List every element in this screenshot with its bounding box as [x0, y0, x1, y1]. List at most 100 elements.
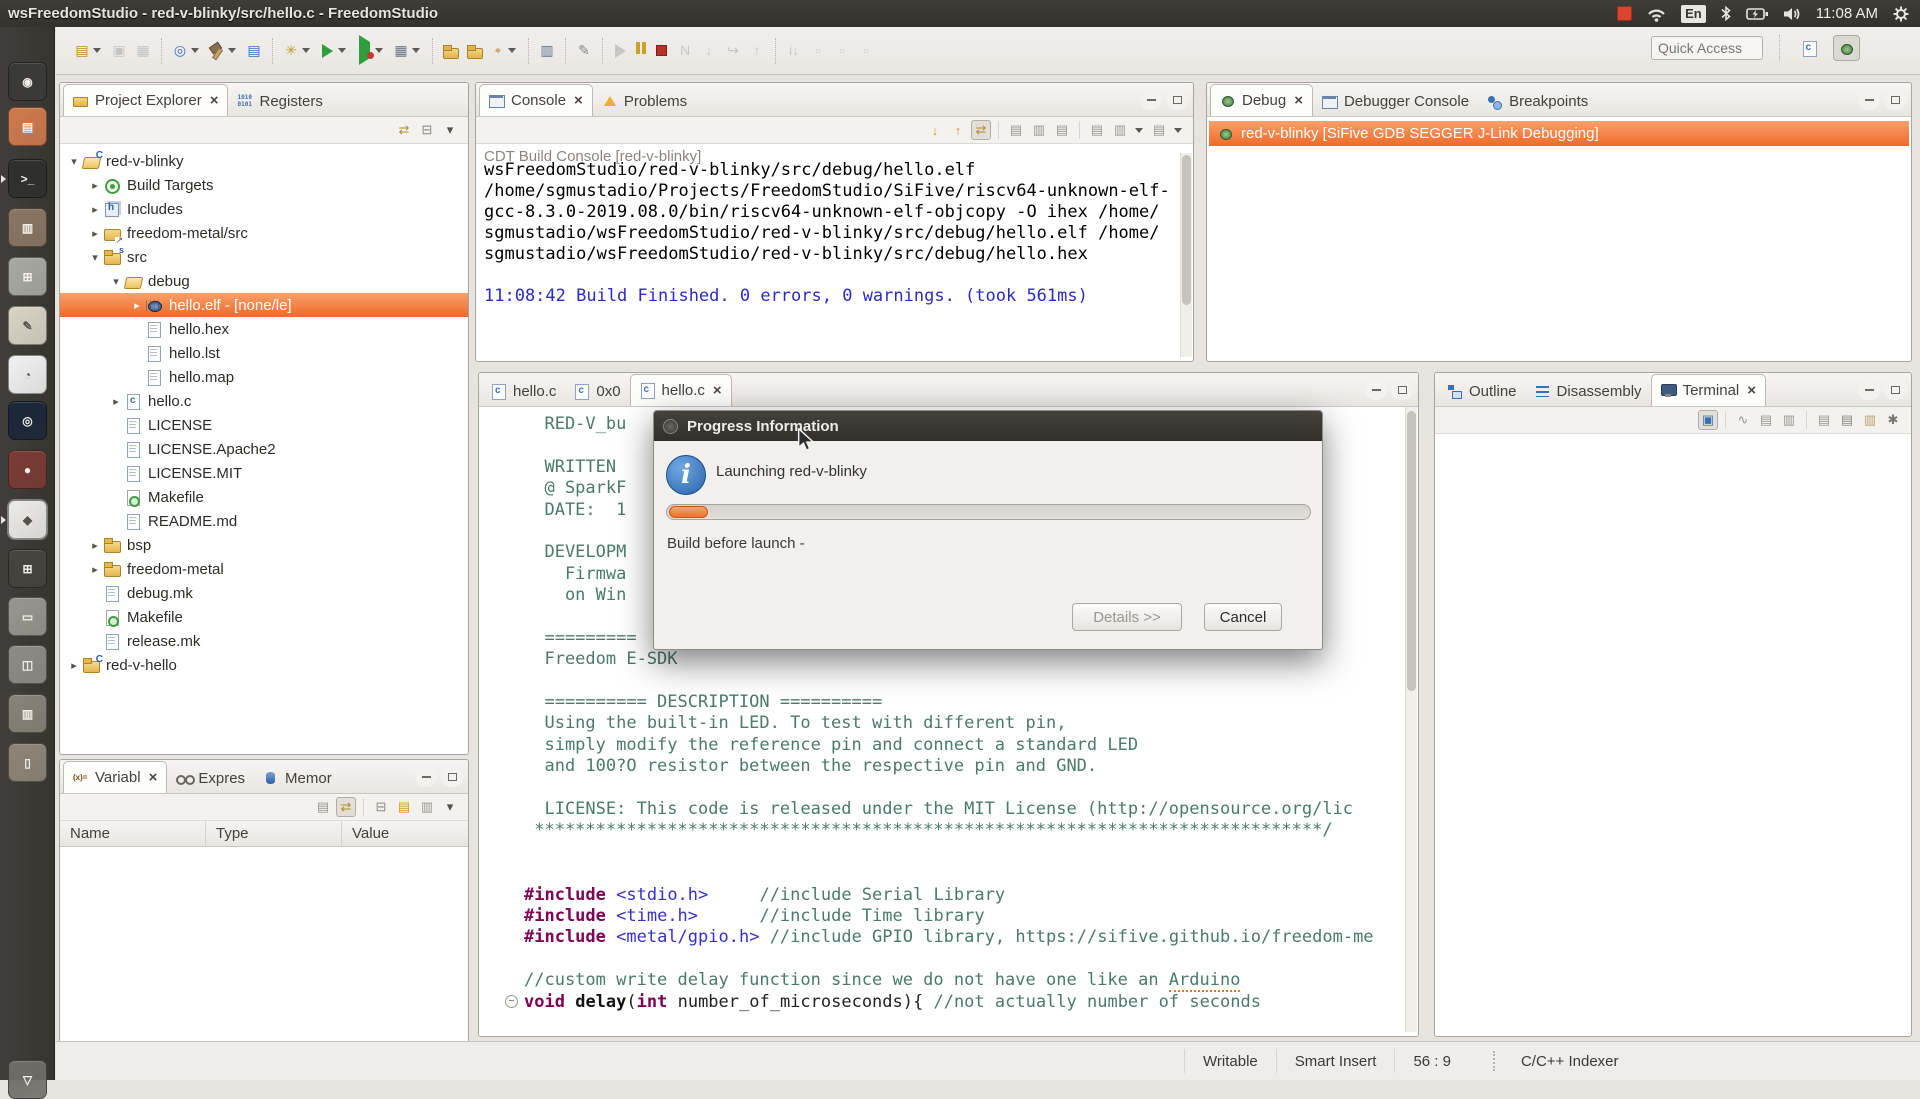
- maximize-panel-button[interactable]: [1884, 90, 1906, 110]
- terminate-button[interactable]: [651, 38, 672, 64]
- tree-item-makefile[interactable]: Makefile: [60, 485, 468, 509]
- launch-target-dropdown-icon[interactable]: [508, 48, 516, 53]
- collapse-all-icon[interactable]: ⊟: [371, 797, 391, 817]
- scroll-to-top-icon[interactable]: ↑: [948, 120, 968, 140]
- close-tab-icon[interactable]: ×: [149, 769, 158, 786]
- tab-hello-c-1[interactable]: hello.c: [482, 376, 565, 406]
- profile-button[interactable]: ▦: [390, 38, 425, 64]
- new-wizard-dropdown-icon[interactable]: [93, 48, 101, 53]
- open-project-button[interactable]: [440, 38, 462, 64]
- tab-breakpoints[interactable]: Breakpoints: [1478, 86, 1597, 116]
- connect-terminal-icon[interactable]: ∿: [1733, 410, 1753, 430]
- close-tab-icon[interactable]: ×: [713, 382, 722, 399]
- tree-item-license-apache2[interactable]: LICENSE.Apache2: [60, 437, 468, 461]
- launcher-software-center-icon[interactable]: ●: [8, 450, 47, 489]
- minimize-panel-button[interactable]: [1365, 380, 1387, 400]
- debug-configurations-button[interactable]: ◎: [169, 38, 204, 64]
- tree-item-license-mit[interactable]: LICENSE.MIT: [60, 461, 468, 485]
- display-console-icon-dropdown[interactable]: [1135, 128, 1143, 133]
- launch-target-button[interactable]: [488, 38, 521, 64]
- minimize-panel-button[interactable]: [1858, 90, 1880, 110]
- maximize-panel-button[interactable]: [1884, 380, 1906, 400]
- view-menu-icon[interactable]: ▾: [440, 120, 460, 140]
- console-scrollbar[interactable]: [1180, 153, 1192, 357]
- column-name[interactable]: Name: [60, 821, 206, 846]
- run-dropdown-icon[interactable]: [338, 48, 346, 53]
- tab-project-explorer[interactable]: Project Explorer ×: [63, 84, 228, 116]
- launcher-calculator-icon[interactable]: ⊞: [8, 257, 47, 296]
- session-gear-icon[interactable]: [1892, 5, 1910, 23]
- pin-console-icon[interactable]: ▥: [1029, 120, 1049, 140]
- show-type-names-icon[interactable]: ▤: [313, 797, 333, 817]
- new-terminal-icon[interactable]: ▤: [1756, 410, 1776, 430]
- tree-item-hello-hex[interactable]: hello.hex: [60, 317, 468, 341]
- tree-expanded-arrow-icon[interactable]: ▾: [110, 275, 122, 288]
- bluetooth-icon[interactable]: [1720, 5, 1732, 22]
- terminal-view-icon[interactable]: ▣: [1698, 410, 1718, 430]
- tree-item-readme-md[interactable]: README.md: [60, 509, 468, 533]
- paste-icon[interactable]: ▥: [1860, 410, 1880, 430]
- minimize-panel-button[interactable]: [1140, 90, 1162, 110]
- quick-access-input[interactable]: [1651, 36, 1763, 60]
- build-active-file-button[interactable]: ▤: [243, 38, 265, 64]
- launcher-disk-utility-icon[interactable]: ◫: [8, 645, 47, 684]
- launcher-usb-creator-icon[interactable]: ▯: [8, 743, 47, 782]
- tab-memory[interactable]: Memor: [254, 763, 341, 793]
- tab-hello-c-active[interactable]: hello.c ×: [630, 374, 732, 406]
- tab-console[interactable]: Console ×: [479, 84, 593, 116]
- scroll-lock-icon[interactable]: ▤: [1814, 410, 1834, 430]
- tree-collapsed-arrow-icon[interactable]: ▸: [89, 539, 101, 552]
- tab-disassembly[interactable]: Disassembly: [1526, 376, 1651, 406]
- minimize-panel-button[interactable]: [415, 767, 437, 787]
- close-tab-icon[interactable]: ×: [210, 92, 219, 109]
- show-logical-structure-icon[interactable]: ⇄: [336, 797, 356, 817]
- launcher-terminal-icon[interactable]: >_: [8, 159, 47, 198]
- tab-debugger-console[interactable]: Debugger Console: [1313, 86, 1478, 116]
- tree-collapsed-arrow-icon[interactable]: ▸: [89, 179, 101, 192]
- tree-item-freedom-metal[interactable]: ▸freedom-metal: [60, 557, 468, 581]
- launcher-dash-home-icon[interactable]: ◉: [8, 62, 47, 101]
- tree-collapsed-arrow-icon[interactable]: ▸: [131, 299, 143, 312]
- copy-icon[interactable]: ▤: [1837, 410, 1857, 430]
- tree-item-debug-mk[interactable]: debug.mk: [60, 581, 468, 605]
- tab-0x0[interactable]: 0x0: [565, 376, 629, 406]
- cancel-button[interactable]: Cancel: [1204, 603, 1282, 631]
- clear-console-icon[interactable]: ▤: [1006, 120, 1026, 140]
- tree-expanded-arrow-icon[interactable]: ▾: [68, 155, 80, 168]
- launcher-system-monitor-icon[interactable]: ▥: [8, 694, 47, 733]
- tree-item-bsp[interactable]: ▸bsp: [60, 533, 468, 557]
- tree-item-red-v-blinky[interactable]: ▾Cred-v-blinky: [60, 149, 468, 173]
- detail-pane-icon[interactable]: ▥: [417, 797, 437, 817]
- volume-icon[interactable]: [1783, 6, 1802, 22]
- word-wrap-icon[interactable]: ▤: [1087, 120, 1107, 140]
- tree-item-hello-map[interactable]: hello.map: [60, 365, 468, 389]
- launcher-archive-manager-icon[interactable]: ▥: [8, 208, 47, 247]
- run-last-tool-button[interactable]: [353, 38, 388, 64]
- tree-collapsed-arrow-icon[interactable]: ▸: [89, 563, 101, 576]
- maximize-panel-button[interactable]: [1166, 90, 1188, 110]
- fold-marker-icon[interactable]: −: [505, 995, 518, 1008]
- debug-perspective-button[interactable]: [1833, 35, 1860, 61]
- launcher-workspace-switcher-icon[interactable]: ⊞: [8, 549, 47, 588]
- tree-collapsed-arrow-icon[interactable]: ▸: [110, 395, 122, 408]
- tree-item-hello-lst[interactable]: hello.lst: [60, 341, 468, 365]
- suspend-button[interactable]: [633, 38, 649, 64]
- tree-item-src[interactable]: ▾ssrc: [60, 245, 468, 269]
- debug-launch-item[interactable]: red-v-blinky [SiFive GDB SEGGER J-Link D…: [1209, 121, 1909, 146]
- battery-icon[interactable]: [1746, 7, 1769, 21]
- tab-debug[interactable]: Debug ×: [1210, 84, 1313, 116]
- recorder-icon[interactable]: [1617, 6, 1632, 21]
- tree-collapsed-arrow-icon[interactable]: ▸: [89, 227, 101, 240]
- build-all-dropdown-icon[interactable]: [228, 48, 236, 53]
- close-tab-icon[interactable]: ×: [1294, 92, 1303, 109]
- close-tab-icon[interactable]: ×: [1747, 382, 1756, 399]
- settings-icon[interactable]: ✱: [1883, 410, 1903, 430]
- wifi-icon[interactable]: [1646, 6, 1667, 22]
- collapse-all-icon[interactable]: ⊟: [417, 120, 437, 140]
- open-console-icon-dropdown[interactable]: [1174, 128, 1182, 133]
- tree-item-build-targets[interactable]: ▸Build Targets: [60, 173, 468, 197]
- tab-expressions[interactable]: Expres: [167, 763, 254, 793]
- mark-occurrences-button[interactable]: ✎: [573, 38, 595, 64]
- close-tab-icon[interactable]: ×: [574, 92, 583, 109]
- launcher-steam-icon[interactable]: ◎: [8, 401, 47, 440]
